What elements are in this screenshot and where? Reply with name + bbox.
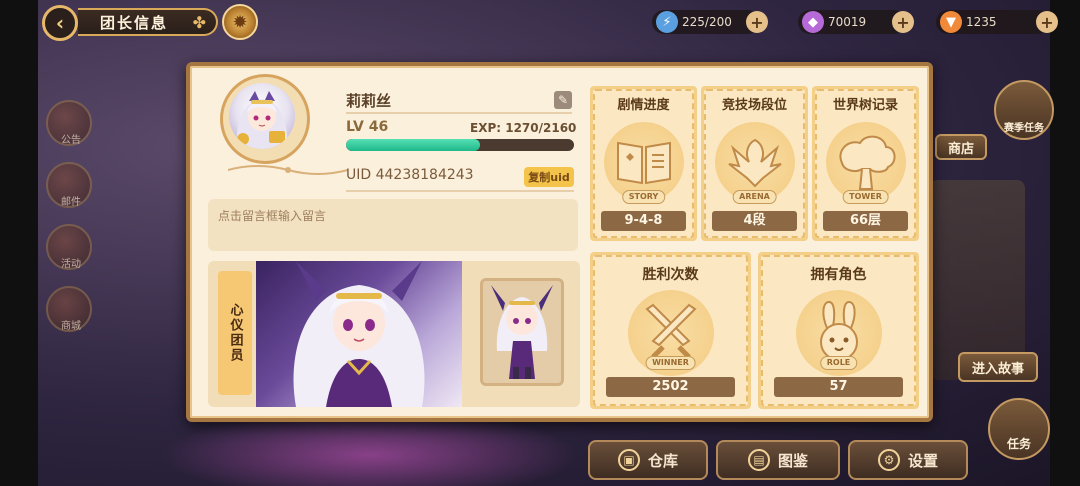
- card-value: 4段: [711, 211, 798, 231]
- settings-label: 设置: [907, 451, 938, 470]
- add-gem-button[interactable]: +: [892, 11, 914, 33]
- avatar-ornament: [228, 165, 348, 175]
- favorite-member-showcase: 心仪团员: [208, 261, 580, 407]
- divider: [346, 112, 572, 114]
- carrot-counter: ▼ 1235 +: [936, 10, 1058, 34]
- add-stamina-button[interactable]: +: [746, 11, 768, 33]
- exp-progress-bar: [346, 139, 574, 151]
- chibi-character-icon: [491, 285, 553, 379]
- sidebar-item-mall[interactable]: 商城: [46, 286, 92, 332]
- card-ribbon: STORY: [621, 190, 666, 204]
- edit-name-icon[interactable]: ✎: [554, 91, 572, 109]
- back-button[interactable]: ‹: [42, 5, 78, 41]
- task-button[interactable]: 任务: [988, 398, 1050, 460]
- story-book-icon: [616, 141, 671, 185]
- back-arrow-icon: ‹: [55, 11, 65, 35]
- exp-progress-fill: [346, 139, 481, 151]
- victory-count-card[interactable]: 胜利次数 WINNER 2502: [590, 252, 751, 409]
- arena-rank-card[interactable]: 竞技场段位 ARENA 4段: [701, 86, 808, 241]
- character-illustration: [293, 261, 425, 407]
- stamina-value: 225/200: [682, 15, 732, 29]
- gem-counter: ◆ 70019 +: [798, 10, 914, 34]
- favorite-member-thumbnail[interactable]: [480, 278, 564, 386]
- card-title: 世界树记录: [832, 98, 898, 113]
- card-ribbon: ARENA: [732, 190, 777, 204]
- owned-roles-card[interactable]: 拥有角色 ROLE 57: [758, 252, 919, 409]
- sidebar-item-label: 活动: [61, 259, 81, 270]
- card-value: 57: [774, 377, 903, 397]
- sidebar-item-mail[interactable]: 邮件: [46, 162, 92, 208]
- player-level: LV 46: [346, 119, 389, 135]
- player-info-modal: 莉莉丝 ✎ LV 46 EXP: 1270/2160 UID 442381842…: [186, 62, 933, 422]
- carrot-value: 1235: [966, 15, 997, 29]
- world-tree-record-card[interactable]: 世界树记录 TOWER 66层: [812, 86, 919, 241]
- card-title: 拥有角色: [810, 267, 867, 283]
- left-screen-edge: [0, 0, 38, 486]
- sidebar-item-notice[interactable]: 公告: [46, 100, 92, 146]
- shop-label: 商店: [947, 141, 974, 157]
- tower-tree-icon: [839, 135, 895, 190]
- settings-icon: ⚙: [877, 449, 900, 471]
- add-carrot-button[interactable]: +: [1036, 11, 1058, 33]
- task-label: 任务: [1006, 437, 1031, 451]
- copy-uid-button[interactable]: 复制uid: [524, 167, 574, 187]
- player-uid: UID 44238184243: [346, 167, 474, 183]
- card-ribbon: TOWER: [842, 190, 889, 204]
- card-title: 竞技场段位: [721, 98, 787, 113]
- warehouse-icon: ▣: [617, 449, 640, 471]
- card-title: 胜利次数: [642, 267, 699, 283]
- season-task-label: 赛季任务: [1004, 123, 1044, 134]
- sidebar-item-label: 公告: [61, 135, 81, 146]
- clover-icon: ✤: [192, 13, 206, 32]
- card-value: 2502: [606, 377, 735, 397]
- arena-eagle-icon: [727, 138, 782, 188]
- sidebar-item-label: 商城: [61, 321, 81, 332]
- enter-story-button[interactable]: 进入故事: [958, 352, 1038, 382]
- book-icon: ▤: [747, 449, 770, 471]
- exp-text: EXP: 1270/2160: [470, 121, 577, 135]
- chibi-girl-icon: [236, 91, 288, 149]
- right-screen-edge: [1050, 0, 1080, 486]
- page-title: 团长信息: [100, 13, 169, 32]
- codex-label: 图鉴: [777, 451, 808, 470]
- card-value: 9-4-8: [600, 211, 687, 231]
- season-task-button[interactable]: 赛季任务: [994, 80, 1054, 140]
- sidebar-item-label: 邮件: [61, 197, 81, 208]
- stamina-icon: ⚡: [656, 11, 678, 33]
- favorite-member-art: [256, 261, 462, 407]
- carrot-icon: ▼: [940, 11, 962, 33]
- emblem-icon[interactable]: ✹: [222, 4, 258, 40]
- stamina-counter: ⚡ 225/200 +: [652, 10, 768, 34]
- sidebar-item-event[interactable]: 活动: [46, 224, 92, 270]
- favorite-member-tag: 心仪团员: [218, 271, 252, 395]
- divider: [346, 190, 574, 192]
- shop-button[interactable]: 商店: [935, 134, 987, 160]
- card-ribbon: WINNER: [645, 356, 696, 370]
- enter-story-label: 进入故事: [971, 361, 1024, 377]
- card-title: 剧情进度: [617, 98, 670, 113]
- settings-button[interactable]: ⚙ 设置: [848, 440, 968, 480]
- card-value: 66层: [822, 211, 909, 231]
- gem-icon: ◆: [802, 11, 824, 33]
- avatar[interactable]: [220, 74, 348, 175]
- title-plate: 团长信息 ✤: [78, 8, 218, 36]
- favorite-member-label: 心仪团员: [227, 303, 243, 363]
- warehouse-button[interactable]: ▣ 仓库: [588, 440, 708, 480]
- card-ribbon: ROLE: [819, 356, 858, 370]
- codex-button[interactable]: ▤ 图鉴: [716, 440, 840, 480]
- avatar-portrait: [229, 83, 295, 149]
- background-right-panel: [930, 180, 1025, 380]
- message-placeholder: 点击留言框输入留言: [218, 209, 327, 223]
- gem-value: 70019: [828, 15, 867, 29]
- player-name: 莉莉丝: [346, 92, 392, 110]
- warehouse-label: 仓库: [647, 451, 678, 470]
- story-progress-card[interactable]: 剧情进度 STORY 9-4-8: [590, 86, 697, 241]
- message-input[interactable]: 点击留言框输入留言: [208, 199, 578, 251]
